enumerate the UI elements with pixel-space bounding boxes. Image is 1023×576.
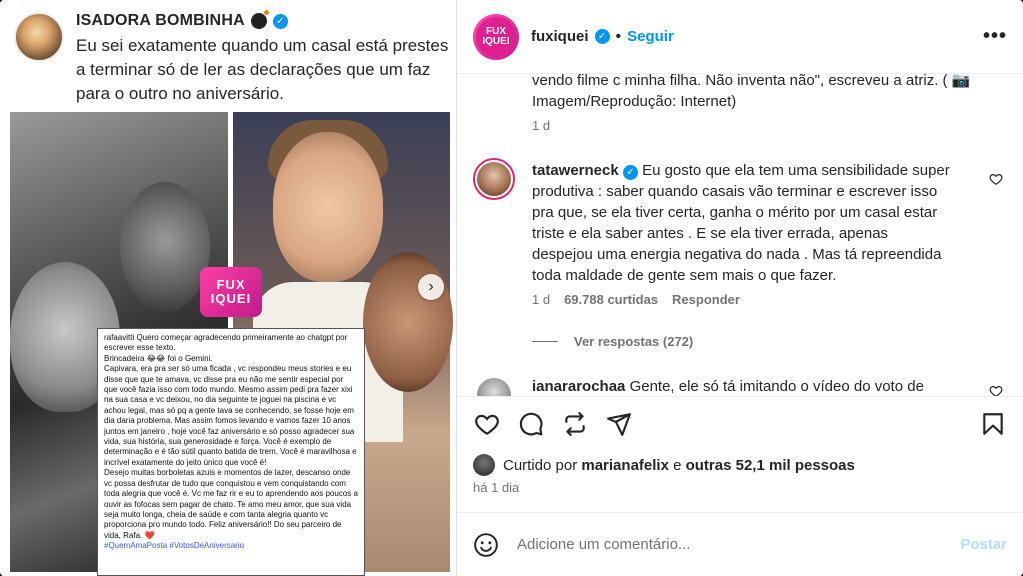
caption-timestamp[interactable]: 1 d xyxy=(532,118,550,133)
likes-others-link[interactable]: outras 52,1 mil pessoas xyxy=(686,457,855,474)
media-caption: Eu sei exatamente quando um casal está p… xyxy=(76,36,449,103)
comments-list[interactable]: vendo filme c minha filha. Não inventa n… xyxy=(457,74,1023,396)
media-author-avatar xyxy=(14,12,64,62)
comment-timestamp[interactable]: 1 d xyxy=(532,292,550,307)
repost-button[interactable] xyxy=(561,410,589,438)
like-button[interactable] xyxy=(473,410,501,438)
bomb-icon xyxy=(250,10,269,29)
emoji-icon[interactable] xyxy=(473,532,499,558)
post-media[interactable]: ISADORA BOMBINHA ✓ Eu sei exatamente qua… xyxy=(0,0,457,576)
view-replies-button[interactable]: Ver respostas (272) xyxy=(532,334,693,349)
post-actions-bar xyxy=(457,396,1023,450)
comment-bubble-icon xyxy=(519,412,543,435)
chevron-right-icon: › xyxy=(428,278,434,295)
author-username[interactable]: fuxiquei xyxy=(531,28,589,45)
media-author-name: ISADORA BOMBINHA ✓ xyxy=(76,10,456,30)
comment-likes-count[interactable]: 69.788 curtidas xyxy=(564,292,658,307)
comment-item: tatawerneck ✓ Eu gosto que ela tem uma s… xyxy=(473,158,1013,328)
more-options-icon[interactable]: ••• xyxy=(983,25,1007,48)
fuxiquei-logo-badge: FUX IQUEI xyxy=(200,267,262,317)
post-header: FUX IQUEI fuxiquei ✓ • Seguir ••• xyxy=(457,0,1023,74)
verified-badge-icon: ✓ xyxy=(594,29,610,44)
header-separator: • xyxy=(615,27,622,45)
like-comment-heart-icon[interactable] xyxy=(989,172,1003,186)
follow-button[interactable]: Seguir xyxy=(627,28,674,45)
author-avatar[interactable]: FUX IQUEI xyxy=(473,13,519,60)
post-modal: ISADORA BOMBINHA ✓ Eu sei exatamente qua… xyxy=(0,0,1023,576)
likes-summary: Curtido por marianafelix e outras 52,1 m… xyxy=(473,454,855,476)
caption-tail: vendo filme c minha filha. Não inventa n… xyxy=(532,74,971,110)
like-comment-heart-icon[interactable] xyxy=(989,384,1003,396)
comment-input[interactable] xyxy=(517,536,961,553)
comment-button[interactable] xyxy=(517,410,545,438)
commenter-avatar[interactable] xyxy=(473,374,515,396)
share-button[interactable] xyxy=(605,410,633,438)
commenter-username[interactable]: tatawerneck xyxy=(532,162,619,179)
carousel-next-button[interactable]: › xyxy=(418,274,444,300)
post-sidebar: FUX IQUEI fuxiquei ✓ • Seguir ••• vendo f… xyxy=(457,0,1023,576)
save-button[interactable] xyxy=(979,410,1007,438)
liker-avatar[interactable] xyxy=(473,454,495,476)
post-comment-button[interactable]: Postar xyxy=(960,536,1007,553)
bookmark-icon xyxy=(983,412,1003,435)
heart-icon xyxy=(475,414,499,435)
send-icon xyxy=(607,412,631,436)
comment-text: Gente, ele só tá imitando o vídeo do vot… xyxy=(629,378,924,395)
reply-button[interactable]: Responder xyxy=(672,292,740,307)
birthday-letter-screenshot: rafaavitti Quero começar agradecendo pri… xyxy=(97,328,365,576)
media-tweet-header: ISADORA BOMBINHA ✓ Eu sei exatamente qua… xyxy=(0,0,456,108)
verified-badge-icon: ✓ xyxy=(622,165,638,180)
commenter-username[interactable]: ianararochaa xyxy=(532,378,625,395)
post-timestamp[interactable]: há 1 dia xyxy=(473,480,519,495)
add-comment-bar: Postar xyxy=(457,512,1023,576)
liker-username[interactable]: marianafelix xyxy=(581,457,669,474)
comment-item: ianararochaa Gente, ele só tá imitando o… xyxy=(473,374,1013,396)
comment-text: Eu gosto que ela tem uma sensibilidade s… xyxy=(532,162,950,284)
verified-badge-icon: ✓ xyxy=(272,13,288,29)
commenter-avatar[interactable] xyxy=(473,158,515,200)
repost-icon xyxy=(565,411,585,436)
